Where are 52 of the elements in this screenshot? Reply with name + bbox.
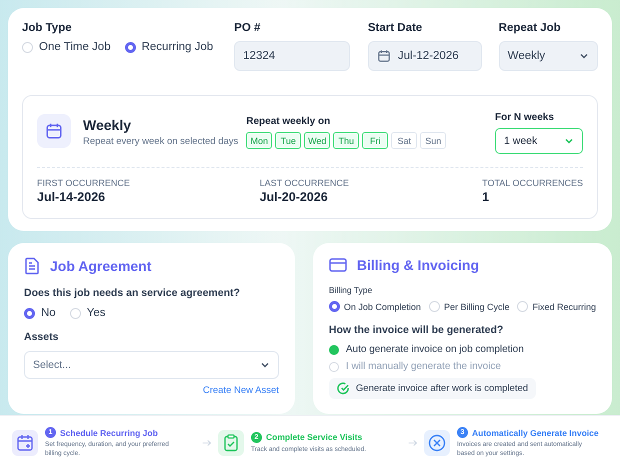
invoice-method-radio[interactable]: Auto generate invoice on job completion — [328, 344, 596, 355]
step-icon — [12, 430, 38, 456]
job-type-radio[interactable]: One Time Job — [22, 41, 111, 53]
question-text: Does this job needs an service agreement? — [24, 287, 241, 299]
section-title: Billing & Invoicing — [356, 257, 480, 273]
job-type-radio[interactable]: Recurring Job — [124, 41, 214, 53]
step-icon — [218, 430, 244, 456]
day-toggle[interactable]: Sat — [391, 132, 418, 149]
billing-type-radio[interactable]: On Job Completion — [328, 301, 421, 312]
assets-label: Assets — [24, 331, 60, 343]
agreement-radio[interactable]: Yes — [70, 307, 106, 319]
section-title: Job Agreement — [50, 258, 152, 274]
po-field[interactable]: 12324 — [234, 41, 350, 71]
chevron-down-icon — [564, 136, 574, 146]
days-label: Repeat weekly on — [246, 116, 332, 127]
stat-value: 1 — [482, 190, 490, 204]
weeks-dropdown[interactable]: 1 week — [495, 128, 583, 154]
create-asset-link[interactable]: Create New Asset — [24, 385, 279, 396]
stat-value: Jul-14-2026 — [37, 190, 106, 204]
repeat-job-label: Repeat Job — [498, 22, 562, 34]
assets-dropdown[interactable]: Select... — [24, 351, 279, 379]
step-title: Automatically Generate Invoice — [472, 428, 599, 438]
step-icon — [424, 430, 450, 456]
document-icon — [24, 257, 40, 275]
arrow-right-icon — [202, 439, 212, 447]
day-toggle[interactable]: Sun — [420, 132, 446, 149]
stat-value: Jul-20-2026 — [260, 190, 329, 204]
billing-type-label: Billing Type — [328, 285, 374, 295]
repeat-job-dropdown[interactable]: Weekly — [498, 41, 598, 71]
chevron-down-icon — [260, 360, 270, 370]
schedule-title: Weekly — [83, 117, 132, 133]
question-text: How the invoice will be generated? — [328, 324, 504, 336]
schedule-subtitle: Repeat every week on selected days — [83, 136, 238, 147]
start-date-label: Start Date — [368, 22, 424, 34]
po-label: PO # — [234, 22, 262, 34]
weeks-label: For N weeks — [495, 112, 555, 123]
agreement-radio[interactable]: No — [24, 307, 56, 319]
billing-type-radio[interactable]: Per Billing Cycle — [428, 301, 510, 312]
billing-type-radio[interactable]: Fixed Recurring — [517, 301, 596, 312]
step-title: Complete Service Visits — [266, 432, 362, 442]
chevron-down-icon — [579, 51, 589, 61]
arrow-right-icon — [408, 439, 418, 447]
stat-label: TOTAL OCCURRENCES — [482, 178, 583, 188]
job-type-label: Job Type — [22, 22, 73, 34]
step-title: Schedule Recurring Job — [60, 428, 158, 438]
calendar-icon — [376, 49, 391, 63]
start-date-field[interactable]: Jul-12-2026 — [368, 41, 482, 71]
stat-label: LAST OCCURRENCE — [260, 178, 350, 188]
stat-label: FIRST OCCURRENCE — [37, 178, 131, 188]
calendar-icon — [37, 114, 71, 148]
note-text: Generate invoice after work is completed — [356, 383, 528, 394]
credit-card-icon — [328, 258, 347, 272]
